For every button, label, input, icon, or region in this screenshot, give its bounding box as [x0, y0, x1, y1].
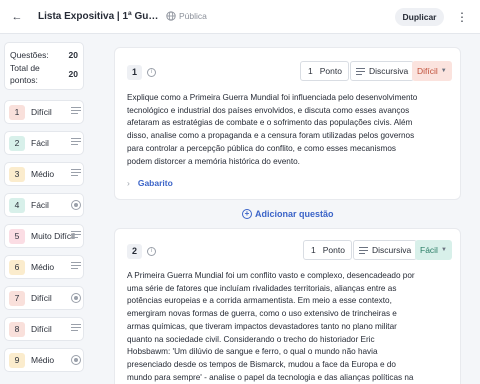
sidebar-question-number: 8 [9, 322, 25, 337]
globe-icon [166, 11, 176, 21]
lines-icon [71, 107, 81, 117]
answer-key-label: Gabarito [137, 178, 173, 188]
sidebar-question-item[interactable]: 8 Difícil [4, 317, 84, 341]
sidebar-question-difficulty: Difícil [31, 107, 52, 117]
questions-count: 20 [68, 50, 78, 60]
more-options-icon[interactable]: ⋮ [455, 9, 469, 25]
question-number: 2 [127, 244, 142, 259]
lines-icon [71, 262, 81, 272]
sidebar-question-difficulty: Fácil [31, 138, 49, 148]
visibility-status: Pública [166, 11, 207, 21]
difficulty-select[interactable]: Fácil ▼ [415, 240, 452, 260]
sidebar-question-item[interactable]: 7 Difícil [4, 286, 84, 310]
summary-card: Questões: 20 Total de pontos: 20 [4, 42, 84, 90]
back-arrow-icon[interactable]: ← [9, 9, 25, 25]
lines-icon [359, 246, 368, 254]
questions-label: Questões: [10, 50, 49, 60]
sidebar-question-number: 2 [9, 136, 25, 151]
points-total: 20 [68, 69, 78, 79]
sidebar-question-number: 7 [9, 291, 25, 306]
sidebar-question-number: 5 [9, 229, 25, 244]
sidebar-question-item[interactable]: 4 Fácil [4, 193, 84, 217]
sidebar-question-difficulty: Fácil [31, 200, 49, 210]
points-unit: Ponto [319, 66, 342, 76]
chevron-down-icon: ▼ [440, 68, 447, 74]
page-title: Lista Expositiva | 1ª Guerra ... [38, 11, 160, 22]
add-question-button[interactable]: + Adicionar questão [242, 209, 334, 219]
sidebar-question-number: 3 [9, 167, 25, 182]
sidebar-question-item[interactable]: 3 Médio [4, 162, 84, 186]
points-value: 1 [311, 245, 316, 255]
visibility-label: Pública [179, 11, 207, 21]
question-text: A Primeira Guerra Mundial foi um conflit… [127, 271, 415, 382]
sidebar-question-difficulty: Difícil [31, 324, 52, 334]
sidebar-question-item[interactable]: 1 Difícil [4, 100, 84, 124]
radio-icon [71, 293, 81, 303]
lines-icon [356, 67, 365, 75]
info-icon[interactable]: i [147, 247, 156, 256]
question-number: 1 [127, 65, 142, 80]
answer-key-toggle[interactable]: › Gabarito [127, 178, 173, 188]
sidebar-question-difficulty: Médio [31, 355, 55, 365]
points-value: 1 [308, 66, 313, 76]
sidebar-question-item[interactable]: 2 Fácil [4, 131, 84, 155]
radio-icon [71, 355, 81, 365]
chevron-down-icon: ▼ [440, 247, 447, 253]
sidebar-question-item[interactable]: 6 Médio [4, 255, 84, 279]
question-type-select[interactable]: Discursiva [350, 61, 415, 81]
sidebar-question-number: 9 [9, 353, 25, 368]
sidebar-question-number: 4 [9, 198, 25, 213]
points-input[interactable]: 1 Ponto [300, 61, 349, 81]
sidebar-question-number: 6 [9, 260, 25, 275]
sidebar-question-difficulty: Muito Difícil [31, 231, 75, 241]
question-card: 2 i 1 Ponto Discursiva Fácil ▼ A Primeir… [114, 228, 461, 384]
difficulty-select[interactable]: Difícil ▼ [412, 61, 452, 81]
question-type-label: Discursiva [369, 66, 409, 76]
duplicate-button[interactable]: Duplicar [395, 8, 444, 26]
sidebar-question-item[interactable]: 5 Muito Difícil [4, 224, 84, 248]
add-question-label: Adicionar questão [255, 209, 334, 219]
lines-icon [71, 231, 81, 241]
question-type-label: Discursiva [372, 245, 412, 255]
question-card: 1 i 1 Ponto Discursiva Difícil ▼ Expliqu… [114, 47, 461, 200]
question-type-select[interactable]: Discursiva [353, 240, 418, 260]
points-unit: Ponto [322, 245, 345, 255]
sidebar-question-number: 1 [9, 105, 25, 120]
radio-icon [71, 200, 81, 210]
points-input[interactable]: 1 Ponto [303, 240, 352, 260]
lines-icon [71, 324, 81, 334]
points-label: Total de pontos: [10, 63, 40, 85]
sidebar-question-difficulty: Difícil [31, 293, 52, 303]
question-text: Explique como a Primeira Guerra Mundial … [127, 93, 418, 166]
sidebar-question-difficulty: Médio [31, 262, 55, 272]
difficulty-label: Fácil [420, 245, 438, 255]
info-icon[interactable]: i [147, 68, 156, 77]
app-header: ← Lista Expositiva | 1ª Guerra ... Públi… [0, 0, 480, 34]
plus-circle-icon: + [242, 209, 252, 219]
lines-icon [71, 138, 81, 148]
lines-icon [71, 169, 81, 179]
difficulty-label: Difícil [417, 66, 438, 76]
sidebar-question-item[interactable]: 9 Médio [4, 348, 84, 372]
chevron-right-icon: › [127, 178, 130, 188]
sidebar-question-difficulty: Médio [31, 169, 55, 179]
